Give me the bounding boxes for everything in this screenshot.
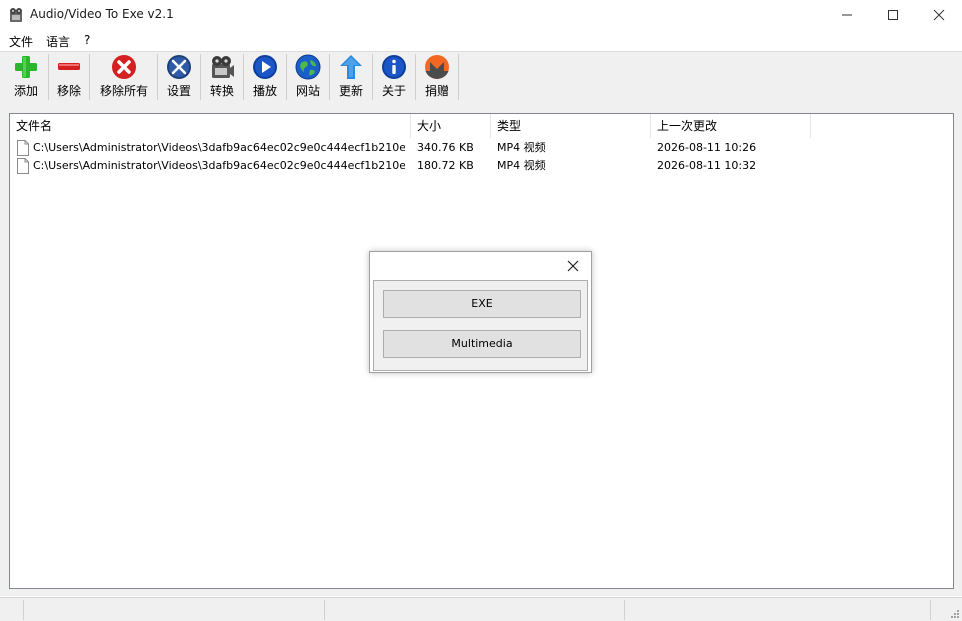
status-pane-divider xyxy=(930,600,931,620)
remove-all-icon xyxy=(112,55,136,79)
update-button[interactable]: 更新 xyxy=(332,54,370,100)
maximize-icon xyxy=(888,10,898,20)
toolbar-separator xyxy=(48,54,49,100)
plus-icon xyxy=(15,56,37,78)
cell-size: 340.76 KB xyxy=(417,141,474,154)
menu-help[interactable]: ? xyxy=(84,33,90,47)
cell-filename: C:\Users\Administrator\Videos\3dafb9ac64… xyxy=(33,159,405,172)
convert-label: 转换 xyxy=(209,84,234,98)
column-filename[interactable]: 文件名 xyxy=(10,114,411,138)
remove-label: 移除 xyxy=(56,84,81,98)
play-icon xyxy=(253,55,277,79)
toolbar-separator xyxy=(415,54,416,100)
about-label: 关于 xyxy=(381,84,406,98)
film-reel-icon xyxy=(10,8,22,22)
settings-label: 设置 xyxy=(166,84,191,98)
status-pane-divider xyxy=(624,600,625,620)
toolbar-separator xyxy=(458,54,459,100)
table-row[interactable]: C:\Users\Administrator\Videos\3dafb9ac64… xyxy=(10,139,953,157)
menu-language[interactable]: 语言 xyxy=(46,33,70,50)
add-button[interactable]: 添加 xyxy=(6,54,46,100)
table-row[interactable]: C:\Users\Administrator\Videos\3dafb9ac64… xyxy=(10,157,953,175)
remove-all-button[interactable]: 移除所有 xyxy=(94,54,154,100)
film-reel-icon xyxy=(212,56,234,78)
monero-icon xyxy=(425,55,449,79)
output-type-dialog: EXE Multimedia xyxy=(369,251,592,373)
toolbar-separator xyxy=(329,54,330,100)
toolbar-separator xyxy=(372,54,373,100)
toolbar-separator xyxy=(157,54,158,100)
title-bar: Audio/Video To Exe v2.1 xyxy=(0,0,962,30)
website-button[interactable]: 网站 xyxy=(289,54,327,100)
column-type[interactable]: 类型 xyxy=(491,114,651,138)
remove-all-label: 移除所有 xyxy=(99,84,148,98)
dialog-body: EXE Multimedia xyxy=(373,280,588,371)
file-icon xyxy=(17,140,29,156)
globe-icon xyxy=(295,54,321,80)
file-icon xyxy=(17,158,29,174)
exe-button[interactable]: EXE xyxy=(383,290,581,318)
toolbar-separator xyxy=(243,54,244,100)
minus-icon xyxy=(58,63,80,70)
cell-type: MP4 视频 xyxy=(497,159,546,172)
column-size[interactable]: 大小 xyxy=(411,114,491,138)
minimize-icon xyxy=(842,14,852,16)
add-label: 添加 xyxy=(13,84,38,98)
arrow-up-icon xyxy=(340,55,362,79)
cell-modified: 2026-08-11 10:32 xyxy=(657,159,757,172)
window-title: Audio/Video To Exe v2.1 xyxy=(30,7,174,21)
status-bar xyxy=(0,597,962,621)
settings-icon xyxy=(167,55,191,79)
maximize-button[interactable] xyxy=(870,0,916,30)
cell-type: MP4 视频 xyxy=(497,141,546,154)
close-icon xyxy=(933,9,945,21)
status-pane-divider xyxy=(324,600,325,620)
donate-label: 捐赠 xyxy=(424,84,449,98)
dialog-close-button[interactable] xyxy=(561,256,585,276)
list-header: 文件名 大小 类型 上一次更改 xyxy=(10,114,953,138)
toolbar-separator xyxy=(89,54,90,100)
cell-modified: 2026-08-11 10:26 xyxy=(657,141,757,154)
convert-button[interactable]: 转换 xyxy=(203,54,241,100)
info-icon xyxy=(382,55,406,79)
play-button[interactable]: 播放 xyxy=(246,54,284,100)
multimedia-button[interactable]: Multimedia xyxy=(383,330,581,358)
play-label: 播放 xyxy=(252,84,277,98)
settings-button[interactable]: 设置 xyxy=(160,54,198,100)
about-button[interactable]: 关于 xyxy=(375,54,413,100)
donate-button[interactable]: 捐赠 xyxy=(418,54,456,100)
resize-grip-icon[interactable] xyxy=(950,609,960,619)
status-pane-divider xyxy=(23,600,24,620)
menu-file[interactable]: 文件 xyxy=(9,33,33,50)
toolbar: 添加 移除 移除所有 设置 转换 播放 网站 更新 关于 捐赠 xyxy=(0,51,962,102)
remove-button[interactable]: 移除 xyxy=(51,54,87,100)
toolbar-separator xyxy=(286,54,287,100)
website-label: 网站 xyxy=(295,84,320,98)
cell-size: 180.72 KB xyxy=(417,159,474,172)
toolbar-separator xyxy=(200,54,201,100)
column-modified[interactable]: 上一次更改 xyxy=(651,114,811,138)
minimize-button[interactable] xyxy=(824,0,870,30)
close-button[interactable] xyxy=(916,0,962,30)
menu-bar: 文件 语言 ? xyxy=(0,30,962,51)
cell-filename: C:\Users\Administrator\Videos\3dafb9ac64… xyxy=(33,141,405,154)
close-icon xyxy=(567,260,579,272)
update-label: 更新 xyxy=(338,84,363,98)
